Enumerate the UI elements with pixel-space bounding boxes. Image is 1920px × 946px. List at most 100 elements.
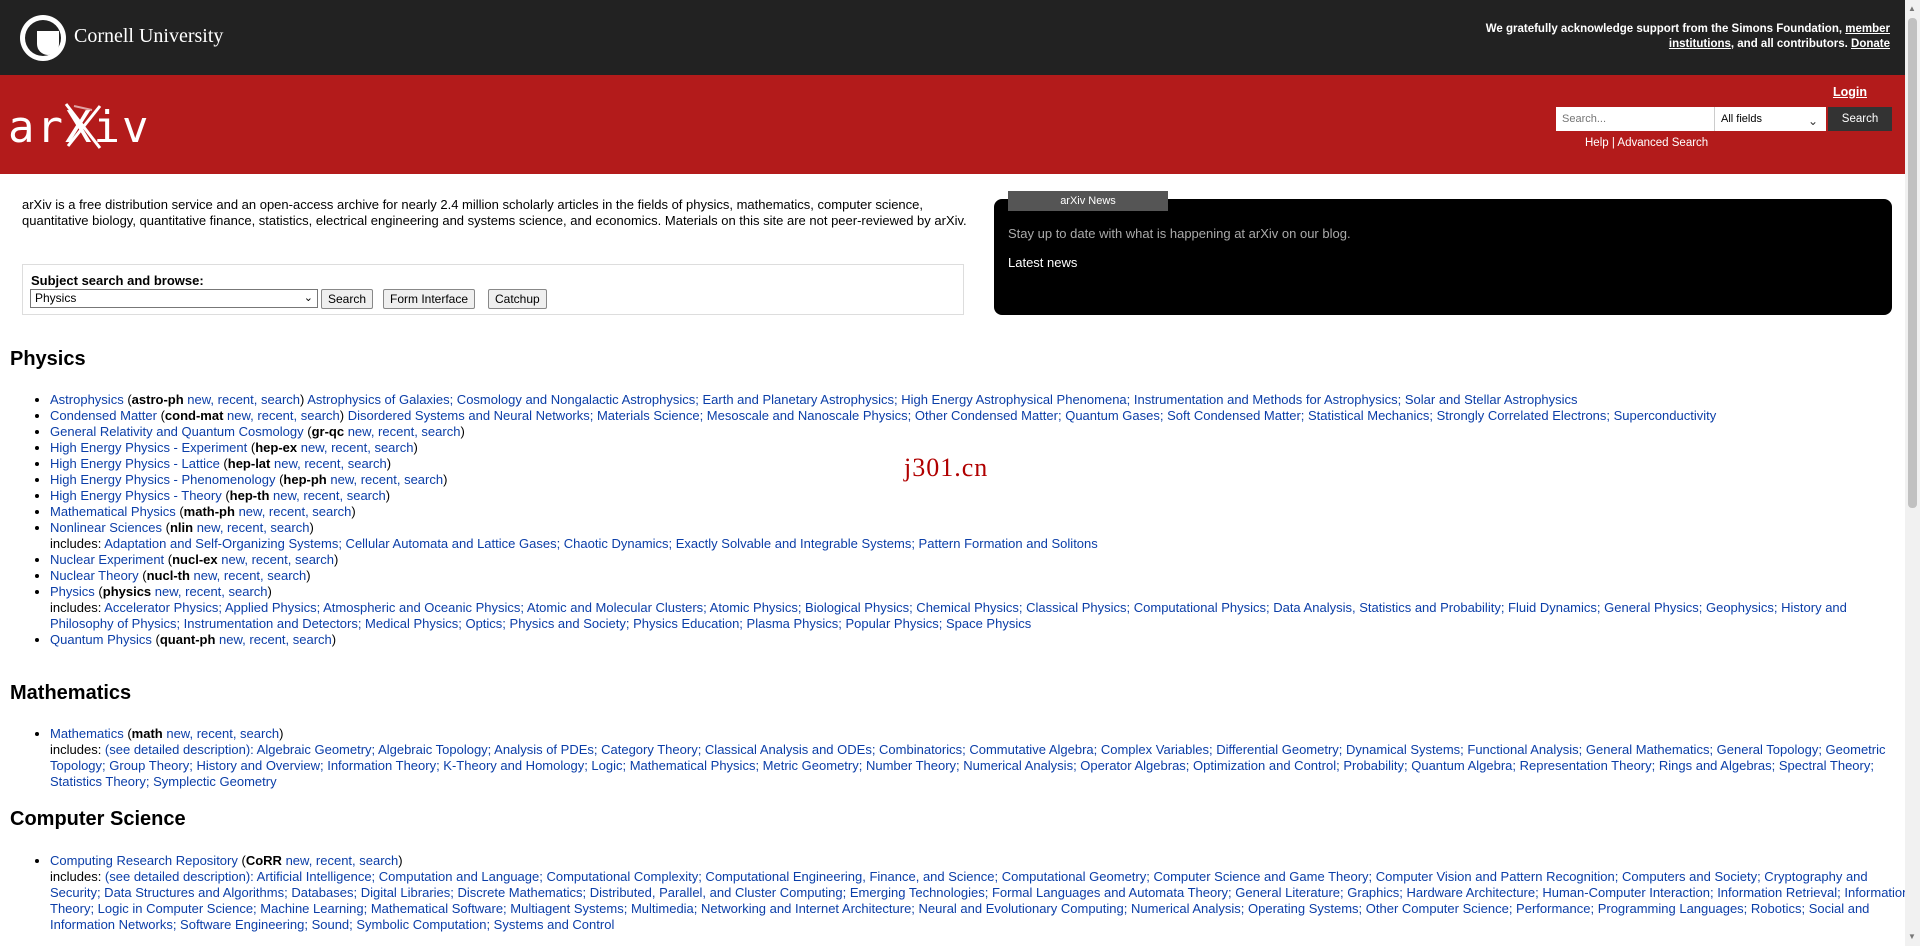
category-code: hep-ph xyxy=(283,472,327,487)
category-link[interactable]: High Energy Physics - Theory xyxy=(50,488,222,503)
category-link[interactable]: High Energy Physics - Experiment xyxy=(50,440,247,455)
category-link[interactable]: Nonlinear Sciences xyxy=(50,520,162,535)
category-code: nlin xyxy=(169,520,194,535)
category-code: astro-ph xyxy=(131,392,184,407)
category-link[interactable]: High Energy Physics - Phenomenology xyxy=(50,472,275,487)
scroll-down-icon[interactable]: ▼ xyxy=(1908,932,1916,941)
category-item: Physics (physics new, recent, search)inc… xyxy=(50,584,1910,632)
category-code: hep-th xyxy=(229,488,270,503)
arxiv-logo[interactable]: arXiv xyxy=(8,102,150,153)
subject-select[interactable]: Physics ⌄ xyxy=(30,289,318,308)
subcategory-links[interactable]: Disordered Systems and Neural Networks; … xyxy=(344,408,1717,423)
category-link[interactable]: High Energy Physics - Lattice xyxy=(50,456,220,471)
includes-label: includes: xyxy=(50,536,105,551)
category-link[interactable]: Computing Research Repository xyxy=(50,853,238,868)
latest-news-link[interactable]: Latest news xyxy=(1008,255,1077,270)
category-item: Computing Research Repository (CoRR new,… xyxy=(50,853,1910,933)
category-code: hep-lat xyxy=(227,456,271,471)
search-field-value: All fields xyxy=(1721,113,1762,125)
donate-link[interactable]: Donate xyxy=(1851,38,1890,50)
category-actions-links[interactable]: new, recent, search xyxy=(219,632,332,647)
cornell-wordmark[interactable]: Cornell University xyxy=(74,25,223,48)
category-item: Mathematical Physics (math-ph new, recen… xyxy=(50,504,1910,520)
intro-text: arXiv is a free distribution service and… xyxy=(22,197,967,228)
subcategory-links[interactable]: Accelerator Physics; Applied Physics; At… xyxy=(50,600,1847,631)
category-link[interactable]: Mathematics xyxy=(50,726,124,741)
help-link[interactable]: Help xyxy=(1585,137,1609,149)
category-actions-links[interactable]: new, recent, search xyxy=(221,552,334,567)
cornell-seal-icon[interactable] xyxy=(20,15,66,61)
chevron-down-icon: ⌄ xyxy=(1807,114,1818,128)
category-link[interactable]: Nuclear Experiment xyxy=(50,552,164,567)
subject-select-value: Physics xyxy=(35,291,77,305)
subcategory-links[interactable]: Adaptation and Self-Organizing Systems; … xyxy=(104,536,1098,551)
category-link[interactable]: Physics xyxy=(50,584,95,599)
physics-category-list: Astrophysics (astro-ph new, recent, sear… xyxy=(30,392,1910,648)
category-actions-links[interactable]: new, recent, search xyxy=(330,472,443,487)
category-link[interactable]: Condensed Matter xyxy=(50,408,157,423)
category-code: gr-qc xyxy=(311,424,345,439)
category-link[interactable]: General Relativity and Quantum Cosmology xyxy=(50,424,304,439)
page-scrollbar[interactable]: ▲ ▼ xyxy=(1905,0,1920,946)
category-actions-links[interactable]: new, recent, search xyxy=(301,440,414,455)
scroll-up-icon[interactable]: ▲ xyxy=(1908,4,1916,13)
category-actions-links[interactable]: new, recent, search xyxy=(166,726,279,741)
subject-search-label: Subject search and browse: xyxy=(31,273,204,288)
includes-label: includes: xyxy=(50,742,105,757)
category-actions-links[interactable]: new, recent, search xyxy=(194,568,307,583)
news-blurb: Stay up to date with what is happening a… xyxy=(1008,226,1351,241)
subcategory-links[interactable]: (see detailed description): Algebraic Ge… xyxy=(50,742,1886,789)
includes-label: includes: xyxy=(50,869,105,884)
category-code: math xyxy=(131,726,163,741)
category-link[interactable]: Nuclear Theory xyxy=(50,568,139,583)
subcategory-links[interactable]: Astrophysics of Galaxies; Cosmology and … xyxy=(304,392,1577,407)
category-code: quant-ph xyxy=(159,632,216,647)
category-link[interactable]: Quantum Physics xyxy=(50,632,152,647)
subject-search-button[interactable]: Search xyxy=(321,289,374,309)
category-item: Mathematics (math new, recent, search)in… xyxy=(50,726,1910,790)
category-link[interactable]: Mathematical Physics xyxy=(50,504,176,519)
category-code: hep-ex xyxy=(255,440,298,455)
support-text-2: , and all contributors. xyxy=(1730,38,1852,50)
category-code: cond-mat xyxy=(164,408,224,423)
category-item: Nonlinear Sciences (nlin new, recent, se… xyxy=(50,520,1910,552)
form-interface-button[interactable]: Form Interface xyxy=(383,289,476,309)
subcategory-links[interactable]: (see detailed description): Artificial I… xyxy=(50,869,1909,932)
support-text: We gratefully acknowledge support from t… xyxy=(1485,23,1846,35)
category-actions-links[interactable]: new, recent, search xyxy=(273,488,386,503)
category-actions-links[interactable]: new, recent, search xyxy=(286,853,399,868)
mathematics-category-list: Mathematics (math new, recent, search)in… xyxy=(30,726,1910,790)
subject-search-box: Subject search and browse: Physics ⌄ Sea… xyxy=(22,264,964,315)
category-actions-links[interactable]: new, recent, search xyxy=(197,520,310,535)
category-item: Condensed Matter (cond-mat new, recent, … xyxy=(50,408,1910,424)
category-actions-links[interactable]: new, recent, search xyxy=(239,504,352,519)
scroll-thumb[interactable] xyxy=(1908,18,1917,508)
catchup-button[interactable]: Catchup xyxy=(488,289,547,309)
arxiv-logo-text: arXiv xyxy=(8,102,151,153)
category-item: Quantum Physics (quant-ph new, recent, s… xyxy=(50,632,1910,648)
category-actions-links[interactable]: new, recent, search xyxy=(187,392,300,407)
category-code: nucl-ex xyxy=(172,552,218,567)
advanced-search-link[interactable]: Advanced Search xyxy=(1617,137,1708,149)
cornell-header: Cornell University We gratefully acknowl… xyxy=(0,0,1905,75)
category-item: Nuclear Experiment (nucl-ex new, recent,… xyxy=(50,552,1910,568)
category-actions-links[interactable]: new, recent, search xyxy=(227,408,340,423)
news-tab: arXiv News xyxy=(1008,191,1168,211)
category-item: Astrophysics (astro-ph new, recent, sear… xyxy=(50,392,1910,408)
arxiv-header: arXiv Login All fields ⌄ Search Help | A… xyxy=(0,75,1905,174)
news-panel: Stay up to date with what is happening a… xyxy=(994,199,1892,315)
watermark-text: j301.cn xyxy=(904,453,989,482)
search-button[interactable]: Search xyxy=(1828,107,1892,131)
category-actions-links[interactable]: new, recent, search xyxy=(274,456,387,471)
search-input[interactable] xyxy=(1556,107,1716,131)
category-actions-links[interactable]: new, recent, search xyxy=(348,424,461,439)
login-link[interactable]: Login xyxy=(1833,85,1867,99)
cs-category-list: Computing Research Repository (CoRR new,… xyxy=(30,853,1910,933)
category-link[interactable]: Astrophysics xyxy=(50,392,124,407)
category-item: Nuclear Theory (nucl-th new, recent, sea… xyxy=(50,568,1910,584)
category-code: nucl-th xyxy=(146,568,190,583)
search-field-select[interactable]: All fields ⌄ xyxy=(1714,107,1826,131)
category-actions-links[interactable]: new, recent, search xyxy=(155,584,268,599)
support-acknowledgement: We gratefully acknowledge support from t… xyxy=(1450,22,1890,52)
includes-label: includes: xyxy=(50,600,105,615)
